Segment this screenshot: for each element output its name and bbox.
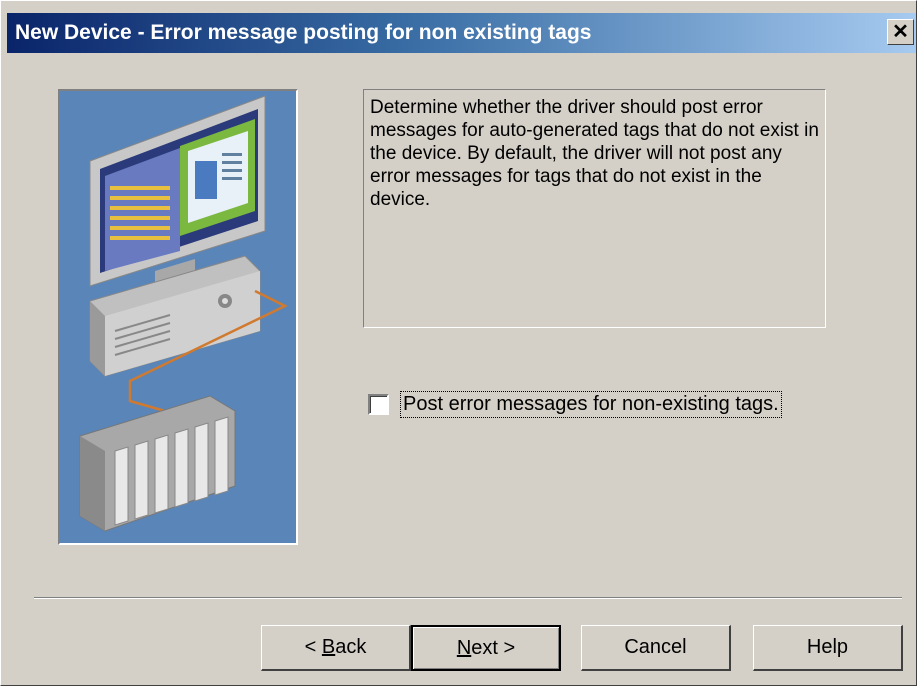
back-button[interactable]: < Back: [261, 625, 411, 671]
post-errors-checkbox[interactable]: [368, 393, 389, 415]
wizard-illustration: [58, 89, 298, 545]
post-errors-label[interactable]: Post error messages for non-existing tag…: [400, 390, 782, 418]
back-button-label: ack: [335, 636, 367, 658]
back-button-prefix: <: [304, 636, 322, 658]
next-button[interactable]: Next >: [411, 625, 561, 671]
next-button-label: ext >: [471, 636, 516, 659]
cancel-button[interactable]: Cancel: [581, 625, 731, 671]
wizard-dialog: New Device - Error message posting for n…: [0, 0, 917, 686]
description-text: Determine whether the driver should post…: [363, 89, 826, 328]
title-bar[interactable]: New Device - Error message posting for n…: [7, 13, 916, 53]
help-button-label: Help: [806, 636, 849, 658]
cancel-button-label: Cancel: [624, 636, 687, 658]
help-button[interactable]: Help: [753, 625, 903, 671]
next-button-accel: N: [456, 636, 472, 659]
button-separator: [34, 597, 902, 599]
close-icon: ✕: [892, 21, 909, 43]
post-errors-option[interactable]: Post error messages for non-existing tag…: [368, 389, 782, 419]
close-button[interactable]: ✕: [887, 19, 914, 45]
computer-plc-illustration-icon: [60, 91, 296, 543]
window-title: New Device - Error message posting for n…: [15, 21, 592, 44]
back-button-accel: B: [321, 636, 336, 658]
